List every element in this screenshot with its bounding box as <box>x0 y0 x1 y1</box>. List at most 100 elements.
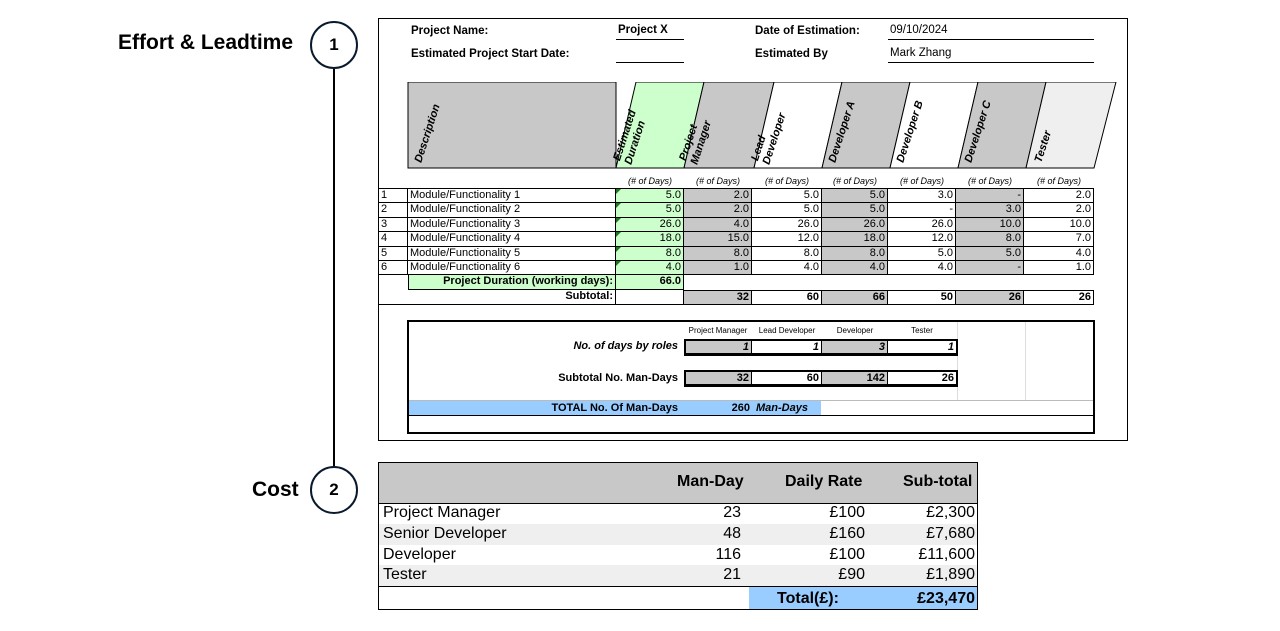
grid-cell-devA[interactable]: 5.0 <box>822 203 888 218</box>
grid-cell-pm[interactable]: 2.0 <box>684 203 752 218</box>
days-tester[interactable]: 1 <box>888 341 956 354</box>
grid-cell-devA[interactable]: 8.0 <box>822 246 888 261</box>
grid-cell-devA[interactable]: 26.0 <box>822 217 888 233</box>
grid-cell-devC[interactable]: 10.0 <box>956 217 1024 233</box>
cost-row: Project Manager 23 £100 £2,300 <box>379 503 977 524</box>
grid-cell-n: 1 <box>378 189 408 204</box>
project-name-value[interactable]: Project X <box>616 24 684 40</box>
grid-cell-desc[interactable]: Module/Functionality 6 <box>408 261 616 276</box>
grid-cell-devC[interactable]: - <box>956 261 1024 276</box>
estimated-by-label: Estimated By <box>755 48 828 60</box>
role-header-pm: Project Manager <box>688 326 748 335</box>
start-date-value[interactable] <box>616 47 684 63</box>
cost-table: Man-Day Daily Rate Sub-total Project Man… <box>378 462 978 610</box>
grid-cell-desc[interactable]: Module/Functionality 1 <box>408 189 616 204</box>
cost-cell-manday: 23 <box>723 504 741 521</box>
cost-header-subtotal: Sub-total <box>903 473 973 490</box>
subtotal-pm: 32 <box>684 290 752 305</box>
grid-cell-pm[interactable]: 1.0 <box>684 261 752 276</box>
cost-header-rate: Daily Rate <box>785 473 863 490</box>
grid-cell-devB[interactable]: 12.0 <box>888 232 956 247</box>
grid-cell-lead[interactable]: 5.0 <box>752 189 822 204</box>
role-header-lead: Lead Developer <box>758 326 816 335</box>
grid-cell-pm[interactable]: 15.0 <box>684 232 752 247</box>
subtotal-label: Subtotal: <box>378 290 616 305</box>
grid-cell-devA[interactable]: 18.0 <box>822 232 888 247</box>
grid-cell-tester[interactable]: 2.0 <box>1024 189 1094 204</box>
grid-cell-devA[interactable]: 5.0 <box>822 189 888 204</box>
units-tester: (# of Days) <box>1036 176 1081 186</box>
grid-cell-lead[interactable]: 26.0 <box>752 217 822 233</box>
grid-cell-devB[interactable]: 5.0 <box>888 246 956 261</box>
grid-cell-lead[interactable]: 4.0 <box>752 261 822 276</box>
grid-cell-tester[interactable]: 2.0 <box>1024 203 1094 218</box>
grid-cell-devC[interactable]: 3.0 <box>956 203 1024 218</box>
grid-cell-pm[interactable]: 2.0 <box>684 189 752 204</box>
total-mandays-unit: Man-Days <box>756 402 808 414</box>
units-lead: (# of Days) <box>764 176 809 186</box>
grid-cell-n: 3 <box>378 217 408 233</box>
cost-cell-role: Tester <box>383 566 427 584</box>
days-dev[interactable]: 3 <box>822 341 888 354</box>
cost-header-manday: Man-Day <box>677 473 744 490</box>
units-devC: (# of Days) <box>967 176 1012 186</box>
grid-cell-devB[interactable]: 26.0 <box>888 217 956 233</box>
mandays-tester: 26 <box>888 372 956 385</box>
project-duration-label: Project Duration (working days): <box>408 275 616 290</box>
grid-cell-tester[interactable]: 10.0 <box>1024 217 1094 233</box>
grid-cell-dur[interactable]: 18.0 <box>616 232 684 247</box>
days-lead[interactable]: 1 <box>752 341 822 354</box>
days-pm[interactable]: 1 <box>686 341 752 354</box>
grid-cell-devB[interactable]: 3.0 <box>888 189 956 204</box>
subtotal-blank <box>616 290 684 305</box>
grid-cell-desc[interactable]: Module/Functionality 5 <box>408 246 616 261</box>
cost-cell-subtotal: £2,300 <box>926 504 975 521</box>
grid-cell-tester[interactable]: 1.0 <box>1024 261 1094 276</box>
grid-cell-devB[interactable]: - <box>888 203 956 218</box>
grid-cell-n: 6 <box>378 261 408 276</box>
grid-cell-n: 2 <box>378 203 408 218</box>
grid-cell-dur[interactable]: 5.0 <box>616 189 684 204</box>
role-header-tester: Tester <box>911 326 933 335</box>
total-mandays-value: 260 <box>731 402 750 414</box>
grid-cell-pm[interactable]: 8.0 <box>684 246 752 261</box>
cost-cell-rate: £160 <box>829 524 865 542</box>
cost-cell-subtotal: £1,890 <box>926 566 975 584</box>
grid-cell-devC[interactable]: 8.0 <box>956 232 1024 247</box>
units-duration: (# of Days) <box>627 176 672 186</box>
grid-cell-dur[interactable]: 4.0 <box>616 261 684 276</box>
mandays-lead: 60 <box>752 372 822 385</box>
estimated-by-value[interactable]: Mark Zhang <box>888 47 1094 63</box>
grid-cell-tester[interactable]: 4.0 <box>1024 246 1094 261</box>
grid-cell-devC[interactable]: - <box>956 189 1024 204</box>
step-1-circle: 1 <box>310 21 358 69</box>
grid-cell-dur[interactable]: 26.0 <box>616 217 684 233</box>
cost-header-row: Man-Day Daily Rate Sub-total <box>379 463 977 504</box>
grid-cell-pm[interactable]: 4.0 <box>684 217 752 233</box>
mandays-label: Subtotal No. Man-Days <box>558 372 678 384</box>
total-mandays-label: TOTAL No. Of Man-Days <box>551 402 678 414</box>
units-devA: (# of Days) <box>832 176 877 186</box>
subtotal-devA: 66 <box>822 290 888 305</box>
grid-cell-desc[interactable]: Module/Functionality 2 <box>408 203 616 218</box>
role-header-dev: Developer <box>836 326 874 335</box>
grid-cell-lead[interactable]: 8.0 <box>752 246 822 261</box>
roles-grid-line <box>1025 322 1026 400</box>
grid-cell-dur[interactable]: 8.0 <box>616 246 684 261</box>
subtotal-devB: 50 <box>888 290 956 305</box>
grid-cell-dur[interactable]: 5.0 <box>616 203 684 218</box>
grid-cell-devB[interactable]: 4.0 <box>888 261 956 276</box>
subtotal-lead: 60 <box>752 290 822 305</box>
grid-cell-tester[interactable]: 7.0 <box>1024 232 1094 247</box>
grid-cell-lead[interactable]: 12.0 <box>752 232 822 247</box>
cost-cell-rate: £100 <box>829 504 865 521</box>
mandays-dev: 142 <box>822 372 888 385</box>
cost-row: Developer 116 £100 £11,600 <box>379 545 977 566</box>
grid-cell-lead[interactable]: 5.0 <box>752 203 822 218</box>
grid-cell-desc[interactable]: Module/Functionality 4 <box>408 232 616 247</box>
grid-cell-devA[interactable]: 4.0 <box>822 261 888 276</box>
grid-cell-devC[interactable]: 5.0 <box>956 246 1024 261</box>
date-value[interactable]: 09/10/2024 <box>888 24 1094 40</box>
grid-cell-desc[interactable]: Module/Functionality 3 <box>408 217 616 233</box>
roles-grid-line <box>957 322 958 400</box>
